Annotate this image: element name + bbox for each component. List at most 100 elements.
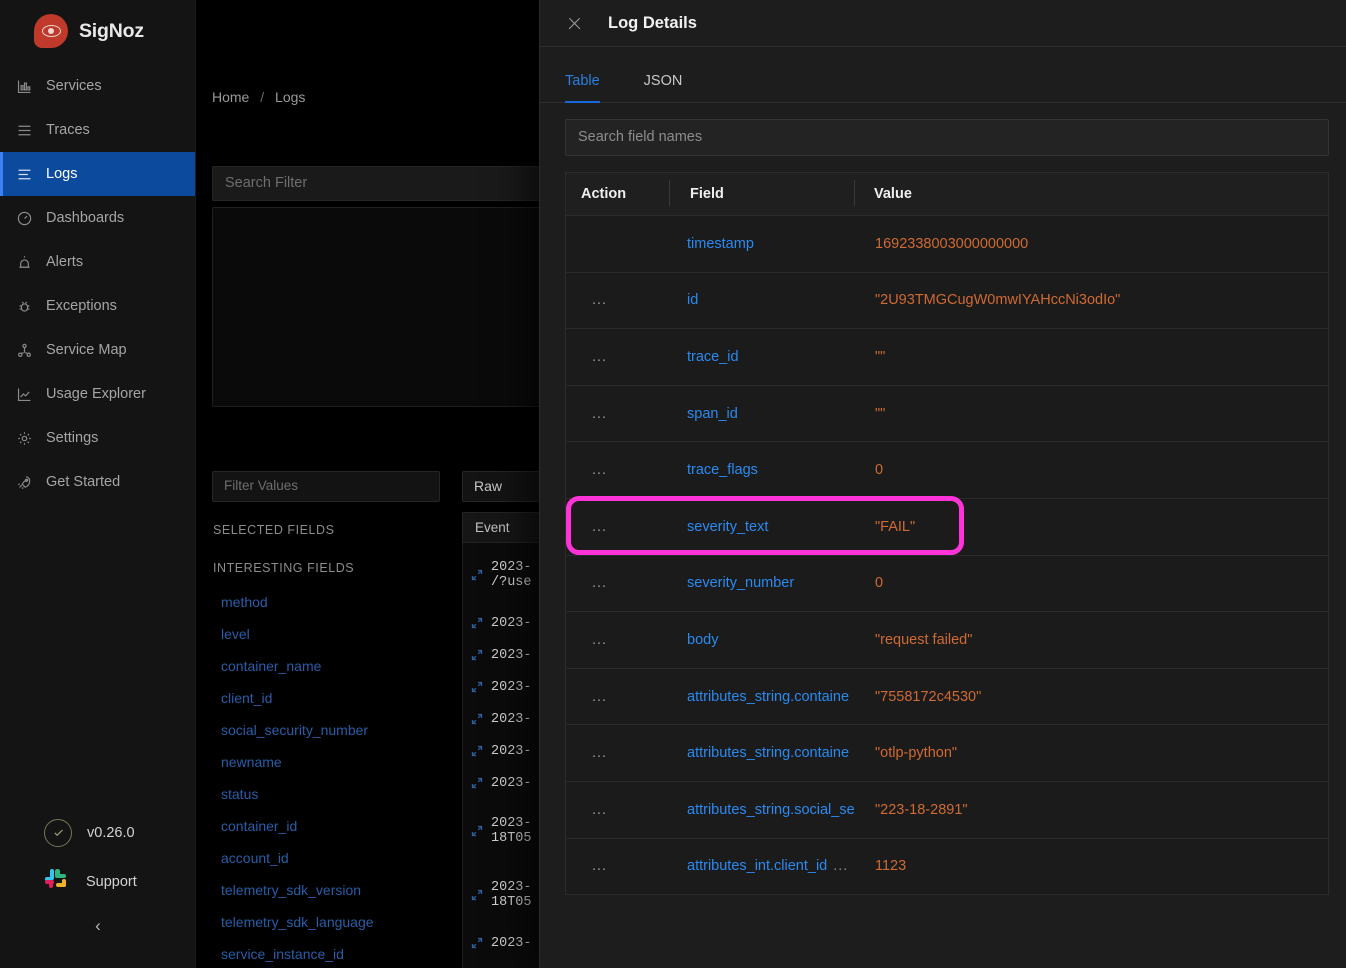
sidebar-nav: Services Traces Logs <box>0 64 195 504</box>
row-field-name[interactable]: attributes_int.client_id... <box>669 858 861 874</box>
close-icon[interactable] <box>567 16 582 31</box>
sidebar-item-services[interactable]: Services <box>0 64 195 108</box>
expand-arrows-icon[interactable] <box>471 649 483 661</box>
table-row[interactable]: ...id"2U93TMGCugW0mwIYAHccNi3odIo" <box>566 273 1328 330</box>
row-field-name[interactable]: attributes_string.social_se <box>669 802 861 818</box>
field-name-text: attributes_int.client_id <box>687 858 827 874</box>
row-field-value: "otlp-python" <box>861 745 1328 761</box>
row-field-name[interactable]: span_id <box>669 406 861 422</box>
interesting-field-item[interactable]: social_security_number <box>221 714 436 746</box>
interesting-field-item[interactable]: container_id <box>221 810 436 842</box>
row-action-menu[interactable]: ... <box>566 858 669 874</box>
row-field-name[interactable]: trace_flags <box>669 462 861 478</box>
event-row-text: 2023-18T05 <box>491 880 532 910</box>
column-header-value: Value <box>854 186 1328 202</box>
table-row[interactable]: ...trace_id"" <box>566 329 1328 386</box>
interesting-field-item[interactable]: newname <box>221 746 436 778</box>
expand-arrows-icon[interactable] <box>471 617 483 629</box>
search-field-names-input[interactable]: Search field names <box>565 119 1329 156</box>
tab-table[interactable]: Table <box>565 73 626 102</box>
table-row[interactable]: ...severity_text"FAIL" <box>566 499 1328 556</box>
sidebar-item-traces[interactable]: Traces <box>0 108 195 152</box>
table-row[interactable]: timestamp1692338003000000000 <box>566 216 1328 273</box>
row-action-menu[interactable]: ... <box>566 802 669 818</box>
row-action-menu[interactable]: ... <box>566 689 669 705</box>
brand[interactable]: SigNoz <box>0 0 195 52</box>
row-action-menu[interactable]: ... <box>566 292 669 308</box>
sidebar-item-label: Alerts <box>46 254 83 270</box>
expand-arrows-icon[interactable] <box>471 745 483 757</box>
row-field-name[interactable]: body <box>669 632 861 648</box>
log-details-drawer: Log Details Table JSON Search field name… <box>539 0 1346 968</box>
event-row-line: 18T05 <box>491 895 532 910</box>
bug-icon <box>16 298 33 315</box>
interesting-field-item[interactable]: level <box>221 618 436 650</box>
chevron-left-icon[interactable]: ‹ <box>85 912 111 940</box>
rocket-icon <box>16 474 33 491</box>
row-action-menu[interactable]: ... <box>566 632 669 648</box>
row-action-menu[interactable]: ... <box>566 406 669 422</box>
interesting-field-item[interactable]: client_id <box>221 682 436 714</box>
table-row[interactable]: ...attributes_string.social_se"223-18-28… <box>566 782 1328 839</box>
app-window: SigNoz Services Traces <box>0 0 1346 968</box>
tab-json[interactable]: JSON <box>626 73 701 102</box>
row-action-menu[interactable]: ... <box>566 519 669 535</box>
version-row[interactable]: v0.26.0 <box>0 808 196 857</box>
row-action-menu[interactable]: ... <box>566 575 669 591</box>
expand-arrows-icon[interactable] <box>471 713 483 725</box>
row-action-menu[interactable]: ... <box>566 349 669 365</box>
sidebar-item-service-map[interactable]: Service Map <box>0 328 195 372</box>
interesting-field-item[interactable]: status <box>221 778 436 810</box>
expand-arrows-icon[interactable] <box>471 825 483 837</box>
sidebar-item-settings[interactable]: Settings <box>0 416 195 460</box>
interesting-fields-heading: INTERESTING FIELDS <box>213 561 354 575</box>
event-row-line: 2023- <box>491 712 532 727</box>
interesting-field-item[interactable]: telemetry_sdk_language <box>221 906 436 938</box>
interesting-field-item[interactable]: telemetry_sdk_version <box>221 874 436 906</box>
row-field-name[interactable]: trace_id <box>669 349 861 365</box>
table-row[interactable]: ...severity_number0 <box>566 556 1328 613</box>
column-header-field: Field <box>669 186 854 202</box>
row-field-value: "223-18-2891" <box>861 802 1328 818</box>
logs-lines-icon <box>16 166 33 183</box>
row-field-name[interactable]: attributes_string.containe <box>669 745 861 761</box>
expand-arrows-icon[interactable] <box>471 681 483 693</box>
interesting-field-item[interactable]: account_id <box>221 842 436 874</box>
row-field-name[interactable]: timestamp <box>669 236 861 252</box>
sidebar-item-dashboards[interactable]: Dashboards <box>0 196 195 240</box>
table-row[interactable]: ...attributes_int.client_id...1123 <box>566 839 1328 896</box>
table-row[interactable]: ...attributes_string.containe"otlp-pytho… <box>566 725 1328 782</box>
row-field-name[interactable]: id <box>669 292 861 308</box>
table-row[interactable]: ...body"request failed" <box>566 612 1328 669</box>
field-name-text: trace_flags <box>687 462 758 478</box>
row-field-name[interactable]: severity_text <box>669 519 861 535</box>
support-row[interactable]: Support <box>0 857 196 906</box>
expand-arrows-icon[interactable] <box>471 889 483 901</box>
bar-chart-icon <box>16 78 33 95</box>
table-row[interactable]: ...span_id"" <box>566 386 1328 443</box>
table-row[interactable]: ...trace_flags0 <box>566 442 1328 499</box>
sidebar-item-usage-explorer[interactable]: Usage Explorer <box>0 372 195 416</box>
interesting-field-item[interactable]: container_name <box>221 650 436 682</box>
interesting-field-item[interactable]: service_instance_id <box>221 938 436 968</box>
row-field-name[interactable]: severity_number <box>669 575 861 591</box>
expand-arrows-icon[interactable] <box>471 569 483 581</box>
expand-arrows-icon[interactable] <box>471 777 483 789</box>
breadcrumb-separator: / <box>260 89 264 105</box>
event-row-text: 2023- <box>491 712 532 727</box>
slack-icon <box>44 868 71 895</box>
field-name-text: trace_id <box>687 349 739 365</box>
table-row[interactable]: ...attributes_string.containe"7558172c45… <box>566 669 1328 726</box>
row-action-menu[interactable]: ... <box>566 462 669 478</box>
sidebar-item-get-started[interactable]: Get Started <box>0 460 195 504</box>
row-field-name[interactable]: attributes_string.containe <box>669 689 861 705</box>
event-row-line: 2023- <box>491 936 532 951</box>
breadcrumb-home[interactable]: Home <box>212 89 249 105</box>
filter-values-input[interactable]: Filter Values <box>212 471 440 502</box>
interesting-field-item[interactable]: method <box>221 586 436 618</box>
sidebar-item-exceptions[interactable]: Exceptions <box>0 284 195 328</box>
sidebar-item-alerts[interactable]: Alerts <box>0 240 195 284</box>
row-action-menu[interactable]: ... <box>566 745 669 761</box>
expand-arrows-icon[interactable] <box>471 937 483 949</box>
sidebar-item-logs[interactable]: Logs <box>0 152 195 196</box>
